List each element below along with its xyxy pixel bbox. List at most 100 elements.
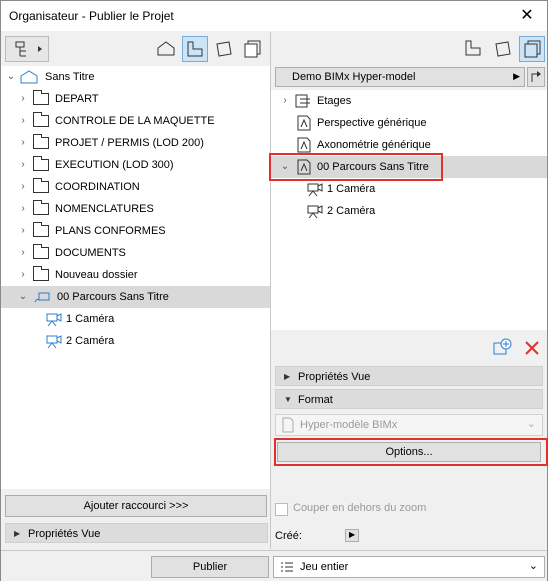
camera-label: 1 Caméra xyxy=(327,183,376,195)
tree-root-label: Sans Titre xyxy=(45,71,95,83)
tree-parcours[interactable]: ⌄ 00 Parcours Sans Titre xyxy=(1,286,270,308)
folder-label: PLANS CONFORMES xyxy=(55,225,166,237)
stories-icon xyxy=(295,94,310,108)
left-toolbar xyxy=(1,32,270,66)
left-pane: ⌄ Sans Titre › DEPART › CONTROLE DE LA M… xyxy=(1,32,271,549)
created-label: Créé: xyxy=(275,530,302,542)
layout-icon xyxy=(216,41,232,57)
chevron-right-icon[interactable]: › xyxy=(17,264,29,286)
tree-camera[interactable]: 2 Caméra xyxy=(1,330,270,352)
chevron-right-icon[interactable]: › xyxy=(17,132,29,154)
dropdown-value: Demo BIMx Hyper-model xyxy=(292,71,416,83)
scope-select[interactable]: Jeu entier ⌄ xyxy=(273,556,545,578)
camera-icon xyxy=(46,335,62,349)
close-icon[interactable]: ✕ xyxy=(517,6,537,26)
highlight-options xyxy=(274,438,548,466)
format-select[interactable]: Hyper-modèle BIMx ⌄ xyxy=(275,414,543,436)
chevron-right-icon[interactable]: › xyxy=(17,220,29,242)
bimx-icon xyxy=(282,417,294,433)
folder-label: PROJET / PERMIS (LOD 200) xyxy=(55,137,204,149)
folder-label: CONTROLE DE LA MAQUETTE xyxy=(55,115,215,127)
tree-item[interactable]: Perspective générique xyxy=(271,112,547,134)
publisher-dropdown[interactable]: Demo BIMx Hyper-model ▶ xyxy=(275,67,525,87)
view-map-tab[interactable] xyxy=(182,36,208,62)
delete-icon xyxy=(525,341,539,355)
right-properties-section[interactable]: ▶ Propriétés Vue xyxy=(275,366,543,386)
navigator-menu-button[interactable] xyxy=(5,36,49,62)
item-label: Perspective générique xyxy=(317,117,427,129)
right-toolbar xyxy=(271,32,547,66)
chevron-right-icon[interactable]: › xyxy=(17,110,29,132)
tree-camera[interactable]: 1 Caméra xyxy=(1,308,270,330)
triangle-right-icon: ▶ xyxy=(513,71,520,81)
tree-folder[interactable]: › PROJET / PERMIS (LOD 200) xyxy=(1,132,270,154)
chevron-down-icon[interactable]: ⌄ xyxy=(17,286,29,308)
folder-icon xyxy=(33,90,49,105)
folder-icon xyxy=(33,134,49,149)
chevron-right-icon[interactable]: › xyxy=(17,88,29,110)
floorplan-icon xyxy=(187,41,203,57)
chevron-right-icon[interactable]: › xyxy=(17,242,29,264)
tree-folder[interactable]: › CONTROLE DE LA MAQUETTE xyxy=(1,110,270,132)
tree-folder[interactable]: › DOCUMENTS xyxy=(1,242,270,264)
new-item-button[interactable] xyxy=(491,337,513,359)
layout-icon xyxy=(495,41,511,57)
camera-icon xyxy=(307,183,323,197)
delete-button[interactable] xyxy=(521,337,543,359)
folder-icon xyxy=(33,178,49,193)
format-value: Hyper-modèle BIMx xyxy=(300,419,398,431)
publish-button[interactable]: Publier xyxy=(151,556,269,578)
tree-folder[interactable]: › NOMENCLATURES xyxy=(1,198,270,220)
title-bar: Organisateur - Publier le Projet ✕ xyxy=(1,1,547,31)
tree-folder[interactable]: › PLANS CONFORMES xyxy=(1,220,270,242)
triangle-right-icon: ▶ xyxy=(349,530,356,539)
layout-book-tab[interactable] xyxy=(490,36,516,62)
folder-label: Nouveau dossier xyxy=(55,269,138,281)
chevron-down-icon: ⌄ xyxy=(526,418,536,430)
folder-icon xyxy=(33,112,49,127)
left-properties-section[interactable]: ▶ Propriétés Vue xyxy=(5,523,268,543)
section-label: Propriétés Vue xyxy=(28,528,101,540)
section-label: Format xyxy=(298,394,333,406)
chevron-right-icon[interactable]: › xyxy=(17,154,29,176)
highlight-parcours xyxy=(269,153,443,181)
camera-label: 1 Caméra xyxy=(66,313,115,325)
triangle-down-icon: ▼ xyxy=(284,395,292,404)
bottom-bar: Publier Jeu entier ⌄ xyxy=(1,550,547,581)
chevron-right-icon[interactable]: › xyxy=(17,198,29,220)
camera-label: 2 Caméra xyxy=(66,335,115,347)
add-shortcut-button[interactable]: Ajouter raccourci >>> xyxy=(5,495,267,517)
up-arrow-button[interactable] xyxy=(527,67,545,87)
publisher-sets-tab[interactable] xyxy=(240,36,266,62)
tree-folder[interactable]: › COORDINATION xyxy=(1,176,270,198)
arrow-up-icon xyxy=(531,71,541,82)
folder-label: NOMENCLATURES xyxy=(55,203,154,215)
tree-folder[interactable]: › Nouveau dossier xyxy=(1,264,270,286)
chevron-right-icon[interactable]: › xyxy=(279,90,291,112)
house-icon xyxy=(157,41,175,56)
publisher-sets-tab[interactable] xyxy=(519,36,545,62)
folder-icon xyxy=(33,244,49,259)
created-expand-button[interactable]: ▶ xyxy=(345,529,359,542)
right-pane: Demo BIMx Hyper-model ▶ › Etages Perspec… xyxy=(269,32,548,549)
project-map-tab[interactable] xyxy=(153,36,179,62)
tree-folder[interactable]: › EXECUTION (LOD 300) xyxy=(1,154,270,176)
layout-book-tab[interactable] xyxy=(211,36,237,62)
tree-camera[interactable]: 2 Caméra xyxy=(271,200,547,222)
organizer-window: Organisateur - Publier le Projet ✕ ⌄ San… xyxy=(0,0,548,581)
tree-item[interactable]: › Etages xyxy=(271,90,547,112)
add-new-icon xyxy=(493,338,512,355)
view-map-tab[interactable] xyxy=(461,36,487,62)
house-icon xyxy=(20,70,38,84)
right-tree: › Etages Perspective générique Axonométr… xyxy=(269,90,547,330)
tree-menu-icon xyxy=(15,41,42,57)
crop-checkbox[interactable] xyxy=(275,503,288,516)
chevron-down-icon[interactable]: ⌄ xyxy=(5,66,17,88)
format-section[interactable]: ▼ Format xyxy=(275,389,543,409)
floorplan-icon xyxy=(465,40,481,56)
tree-root[interactable]: ⌄ Sans Titre xyxy=(1,66,270,88)
tree-camera[interactable]: 1 Caméra xyxy=(271,178,547,200)
camera-icon xyxy=(46,313,62,327)
chevron-right-icon[interactable]: › xyxy=(17,176,29,198)
tree-folder[interactable]: › DEPART xyxy=(1,88,270,110)
